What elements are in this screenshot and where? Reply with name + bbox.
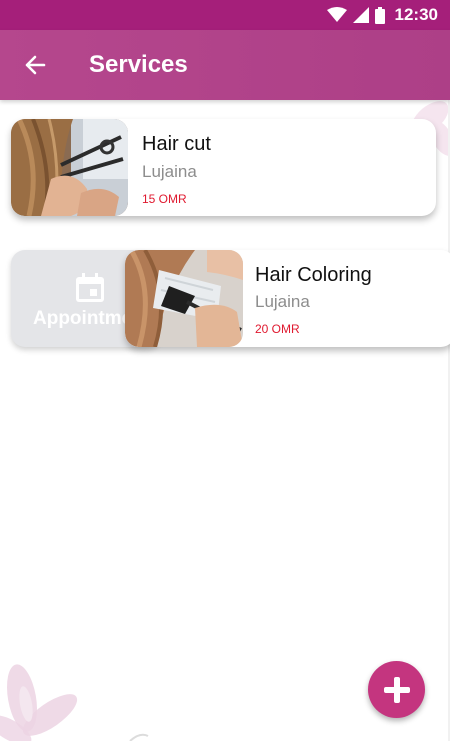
back-button[interactable] bbox=[14, 44, 56, 86]
service-card[interactable]: Hair cut Lujaina 15 OMR bbox=[11, 119, 436, 216]
signal-icon bbox=[352, 7, 369, 23]
service-price: 20 OMR bbox=[255, 322, 300, 336]
service-image bbox=[11, 119, 128, 216]
service-price: 15 OMR bbox=[142, 192, 187, 206]
app-bar: Services bbox=[0, 30, 450, 100]
service-image bbox=[125, 250, 243, 347]
haircut-photo-icon bbox=[11, 119, 128, 216]
add-service-button[interactable] bbox=[368, 661, 425, 718]
arrow-back-icon bbox=[25, 55, 46, 75]
status-time: 12:30 bbox=[394, 5, 438, 24]
plus-icon bbox=[383, 676, 410, 703]
status-bar: 12:30 bbox=[0, 0, 450, 30]
page-title: Services bbox=[89, 51, 188, 78]
service-title: Hair Coloring bbox=[255, 264, 372, 286]
wifi-icon bbox=[326, 7, 347, 22]
service-provider: Lujaina bbox=[142, 162, 197, 181]
service-card[interactable]: Hair Coloring Lujaina 20 OMR bbox=[125, 250, 450, 347]
battery-icon bbox=[374, 6, 385, 24]
service-title: Hair cut bbox=[142, 133, 211, 155]
status-icons: 12:30 bbox=[326, 0, 438, 30]
service-provider: Lujaina bbox=[255, 292, 310, 311]
calendar-icon bbox=[76, 273, 104, 302]
flower-decoration-icon bbox=[0, 664, 149, 741]
hair-coloring-photo-icon bbox=[125, 250, 243, 347]
